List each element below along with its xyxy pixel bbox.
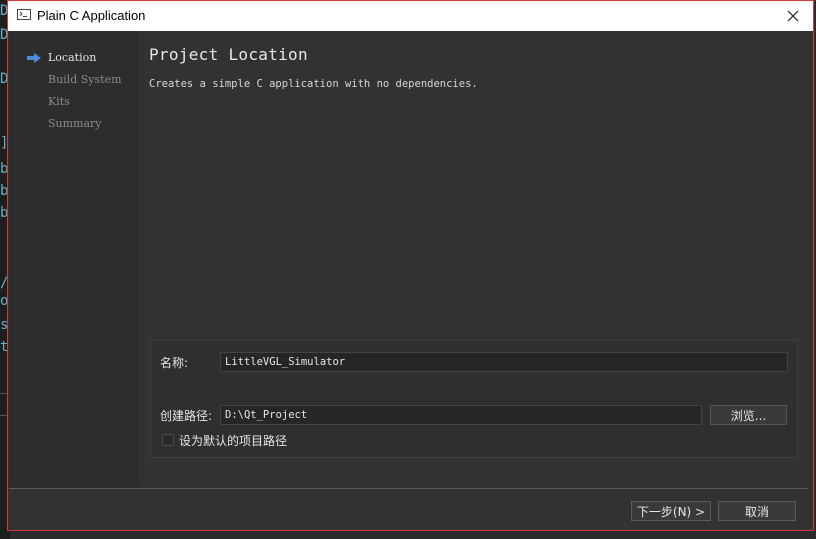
step-build-system: Build System	[48, 73, 122, 86]
wizard-content: Location Build System Kits Summary Proje…	[9, 31, 808, 487]
step-kits: Kits	[48, 95, 70, 108]
current-step-arrow-icon	[27, 53, 41, 63]
terminal-app-icon	[17, 9, 31, 20]
location-form: 名称: 创建路径: 浏览... 设为默认的项目路径	[150, 340, 798, 458]
next-button[interactable]: 下一步(N) >	[631, 501, 711, 521]
step-summary: Summary	[48, 117, 102, 130]
close-icon	[787, 10, 799, 22]
wizard-steps-sidebar: Location Build System Kits Summary	[9, 31, 139, 487]
project-name-input[interactable]	[220, 352, 788, 372]
step-location: Location	[48, 51, 97, 64]
project-path-input[interactable]	[220, 405, 702, 425]
title-bar[interactable]: Plain C Application	[8, 1, 813, 31]
default-path-label[interactable]: 设为默认的项目路径	[179, 432, 287, 449]
window-title: Plain C Application	[37, 8, 146, 23]
cancel-button[interactable]: 取消	[718, 501, 796, 521]
page-subtitle: Creates a simple C application with no d…	[149, 78, 478, 90]
new-project-dialog: Plain C Application Location Build Syste…	[7, 0, 814, 531]
browse-button[interactable]: 浏览...	[710, 405, 787, 425]
footer-divider	[9, 488, 808, 489]
default-path-checkbox[interactable]	[162, 434, 174, 446]
close-button[interactable]	[773, 1, 813, 31]
name-label: 名称:	[160, 356, 189, 370]
page-title: Project Location	[149, 45, 308, 64]
path-label: 创建路径:	[160, 409, 213, 423]
